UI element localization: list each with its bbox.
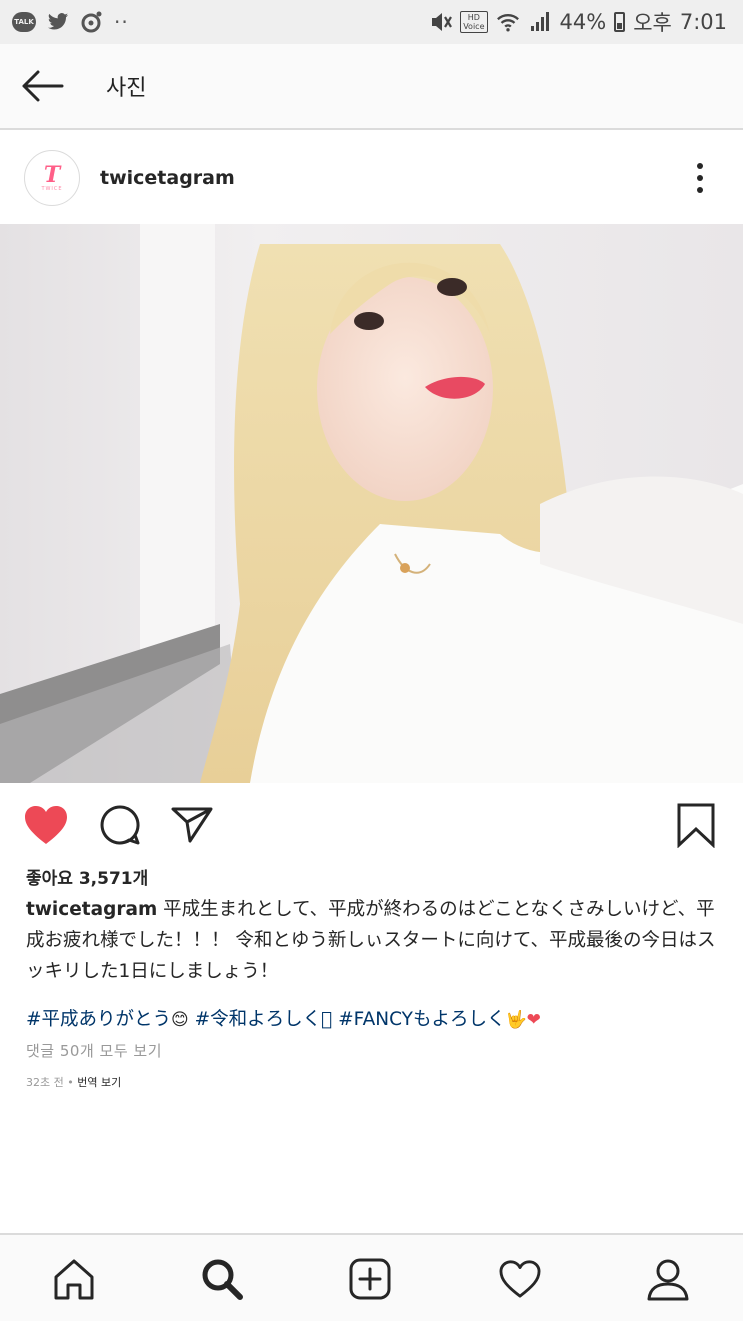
- hd-voice-icon: HD Voice: [460, 11, 488, 33]
- post-header: T TWICE twicetagram: [0, 132, 743, 224]
- red-heart-emoji: ❤: [526, 1010, 541, 1030]
- heart-filled-icon: [25, 806, 67, 844]
- music-app-icon: [80, 10, 104, 34]
- more-dot: [697, 175, 703, 181]
- wifi-icon: [496, 10, 520, 34]
- nav-home-button[interactable]: [50, 1255, 98, 1303]
- status-bar-notifications: TALK ··: [12, 10, 129, 34]
- caption-username[interactable]: twicetagram: [26, 899, 157, 920]
- view-all-comments-link[interactable]: 댓글 50개 모두 보기: [26, 1040, 162, 1061]
- clock: 7:01: [679, 10, 727, 34]
- photo-illustration: [0, 224, 743, 783]
- signal-icon: [528, 10, 552, 34]
- hashtag-heisei[interactable]: #平成ありがとう: [26, 1009, 171, 1030]
- more-vertical-icon: [697, 163, 703, 169]
- smile-emoji: 😊: [171, 1010, 189, 1030]
- kakaotalk-icon: TALK: [12, 12, 36, 32]
- avatar[interactable]: T TWICE: [24, 150, 80, 206]
- status-bar-system: HD Voice 44% 오후 7:01: [428, 7, 727, 37]
- post-time: 32초 전 • 번역 보기: [26, 1074, 121, 1090]
- voice-label: Voice: [463, 22, 485, 31]
- hd-label: HD: [467, 13, 480, 22]
- bottom-nav: [0, 1233, 743, 1321]
- home-icon: [54, 1259, 94, 1300]
- status-bar: TALK ·· HD Voice 44% 오후 7:01: [0, 0, 743, 44]
- back-button[interactable]: [20, 64, 64, 108]
- arrow-left-icon: [22, 70, 64, 102]
- nav-add-button[interactable]: [346, 1255, 394, 1303]
- add-post-icon: [349, 1258, 391, 1300]
- direct-share-icon: [171, 807, 213, 843]
- more-dot: [697, 187, 703, 193]
- nav-search-button[interactable]: [198, 1255, 246, 1303]
- bookmark-icon: [677, 803, 715, 848]
- unsupported-glyph: 󾠛: [321, 1009, 333, 1030]
- comment-button[interactable]: [96, 801, 144, 849]
- translate-link[interactable]: 번역 보기: [77, 1076, 121, 1089]
- battery-icon: [614, 12, 626, 32]
- love-you-gesture-emoji: 🤟: [505, 1010, 527, 1030]
- nav-activity-button[interactable]: [496, 1255, 544, 1303]
- avatar-sub: TWICE: [41, 186, 63, 192]
- hashtag-reiwa[interactable]: #令和よろしく: [189, 1009, 322, 1030]
- hashtag-fancy[interactable]: #FANCYもよろしく: [332, 1009, 505, 1030]
- share-button[interactable]: [168, 801, 216, 849]
- post-photo[interactable]: [0, 224, 743, 783]
- more-notifications-icon: ··: [114, 10, 129, 34]
- profile-icon: [647, 1259, 689, 1301]
- twitter-icon: [46, 10, 70, 34]
- more-options-button[interactable]: [687, 160, 713, 196]
- nav-profile-button[interactable]: [644, 1255, 692, 1303]
- twice-logo: T TWICE: [33, 159, 71, 197]
- time-period: 오후: [633, 11, 672, 35]
- likes-count[interactable]: 좋아요 3,571개: [26, 864, 148, 889]
- hashtags: #平成ありがとう😊 #令和よろしく󾠛 #FANCYもよろしく🤟❤: [26, 1004, 541, 1036]
- page-title: 사진: [106, 76, 147, 101]
- like-button[interactable]: [22, 801, 70, 849]
- save-button[interactable]: [672, 801, 720, 849]
- post-caption: twicetagram 平成生まれとして、平成が終わるのはどことなくさみしいけど…: [26, 894, 721, 987]
- post-actions: [0, 783, 743, 867]
- avatar-letter: T: [43, 162, 61, 188]
- comment-icon: [100, 805, 140, 845]
- battery-percent: 44%: [559, 10, 607, 34]
- time-ago: 32초 전 •: [26, 1076, 78, 1089]
- search-icon: [202, 1259, 243, 1300]
- vibrate-mute-icon: [428, 10, 453, 34]
- heart-outline-icon: [499, 1260, 541, 1298]
- post-username[interactable]: twicetagram: [100, 167, 235, 189]
- top-nav: 사진: [0, 44, 743, 130]
